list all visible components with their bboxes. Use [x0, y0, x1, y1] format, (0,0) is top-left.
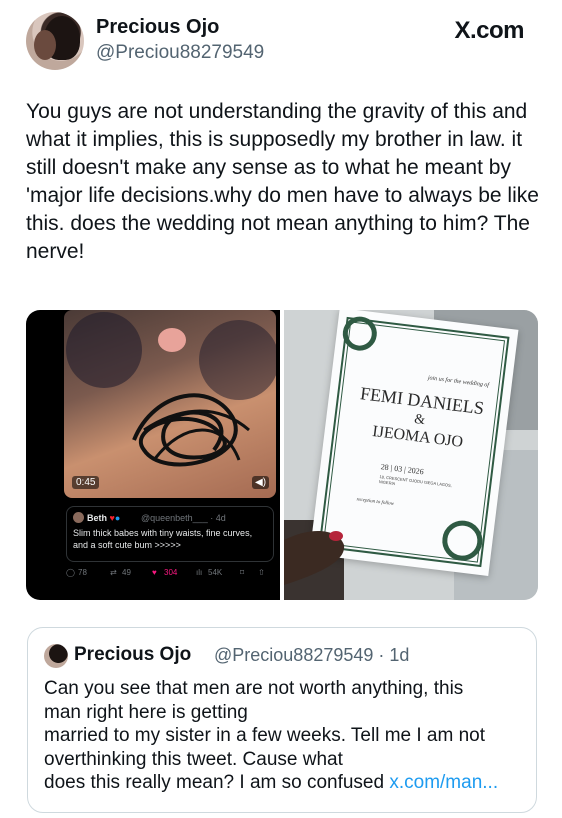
bookmark-icon[interactable]: ⌑: [240, 568, 244, 577]
like-count: 304: [164, 568, 178, 577]
post-media[interactable]: 0:45 ◀) Beth ♥● @queenbeth___ · 4d Slim …: [26, 310, 538, 600]
quoted-link[interactable]: x.com/man...: [389, 772, 498, 793]
quoted-line: Can you see that men are not worth anyth…: [44, 678, 464, 699]
quoted-line: married to my sister in a few weeks. Tel…: [44, 725, 486, 746]
embedded-actions: ◯ 78 ⇄ 49 ♥ 304 ılı 54K ⌑ ⇧: [66, 568, 276, 582]
scribble-overlay: [66, 312, 276, 467]
post-text: You guys are not understanding the gravi…: [26, 100, 539, 263]
speaker-icon[interactable]: ◀): [252, 476, 270, 489]
embedded-post-card[interactable]: Beth ♥● @queenbeth___ · 4d Slim thick ba…: [66, 506, 274, 562]
hand-overlay: [284, 530, 345, 585]
embedded-author-name: Beth: [87, 513, 107, 523]
screenshot-image[interactable]: 0:45 ◀) Beth ♥● @queenbeth___ · 4d Slim …: [26, 310, 280, 600]
quoted-line-last: does this really mean? I am so confused …: [44, 771, 534, 795]
repost-count: 49: [122, 568, 131, 577]
embedded-handle: @queenbeth___ · 4d: [141, 513, 226, 523]
video-thumbnail[interactable]: [64, 310, 276, 498]
quoted-line: overthinking this tweet. Cause what: [44, 748, 343, 770]
site-label: X.com: [454, 17, 524, 44]
share-icon[interactable]: ⇧: [258, 568, 265, 577]
quoted-line: man right here is getting: [44, 701, 248, 723]
verified-icon: ●: [114, 513, 121, 523]
quoted-author-avatar[interactable]: [44, 644, 68, 668]
author-name[interactable]: Precious Ojo: [96, 16, 219, 39]
embedded-author: Beth ♥●: [87, 513, 120, 523]
quoted-line: does this really mean? I am so confused: [44, 772, 390, 793]
embedded-text: Slim thick babes with tiny waists, fine …: [73, 528, 253, 550]
quoted-author-name[interactable]: Precious Ojo: [74, 644, 191, 666]
views-count: 54K: [208, 568, 223, 577]
author-avatar[interactable]: [26, 12, 84, 70]
embedded-avatar: [73, 512, 84, 523]
post-header: Precious Ojo @Preciou88279549 X.com: [26, 12, 536, 72]
quoted-author-meta[interactable]: @Preciou88279549 · 1d: [214, 645, 409, 666]
reply-count: 78: [78, 568, 87, 577]
reply-icon[interactable]: ◯: [66, 568, 75, 577]
invitation-photo[interactable]: join us for the wedding of FEMI DANIELS …: [284, 310, 538, 600]
video-time: 0:45: [72, 476, 100, 489]
avatar-face: [34, 30, 56, 60]
views-icon[interactable]: ılı: [196, 568, 202, 577]
quoted-post[interactable]: Precious Ojo @Preciou88279549 · 1d Can y…: [27, 627, 537, 813]
like-icon[interactable]: ♥: [152, 568, 157, 577]
author-handle[interactable]: @Preciou88279549: [96, 42, 264, 64]
repost-icon[interactable]: ⇄: [110, 568, 117, 577]
quoted-text: Can you see that men are not worth anyth…: [44, 677, 534, 795]
